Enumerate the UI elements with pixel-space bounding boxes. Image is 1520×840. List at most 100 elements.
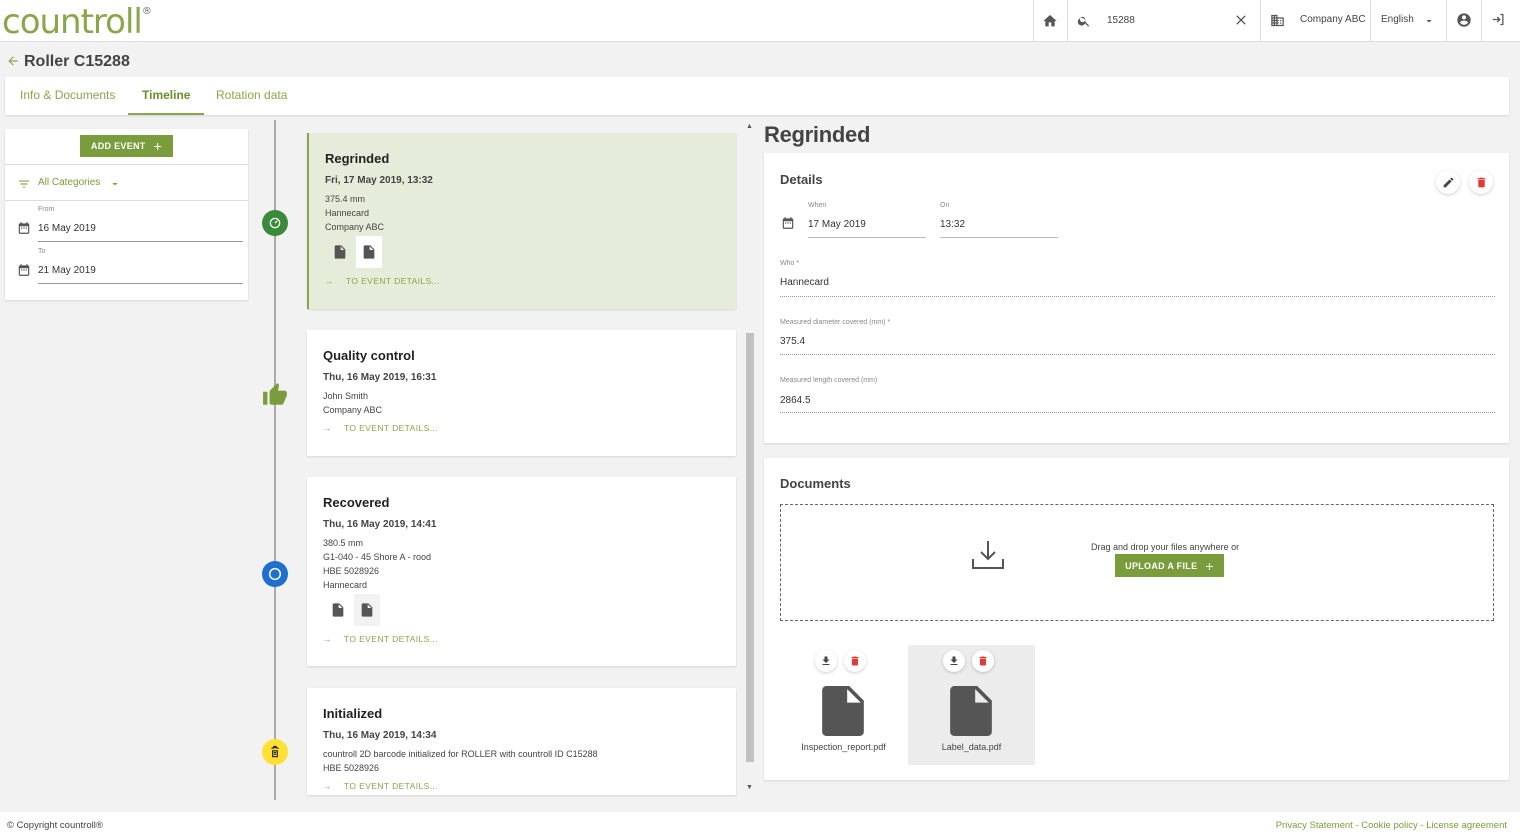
download-button[interactable] — [943, 650, 965, 672]
documents-panel: Documents Drag and drop your files anywh… — [764, 458, 1509, 780]
footer-links[interactable]: Privacy Statement - Cookie policy - Lice… — [1276, 820, 1507, 831]
event-card-regrinded[interactable]: Regrinded Fri, 17 May 2019, 13:32 375.4 … — [307, 133, 736, 309]
event-title: Regrinded — [325, 151, 390, 166]
download-icon — [950, 656, 958, 665]
initialized-node-icon — [262, 739, 288, 765]
delete-file-button[interactable] — [972, 650, 994, 672]
logout-icon[interactable] — [1491, 12, 1506, 27]
to-event-details-link[interactable]: → TO EVENT DETAILS... — [323, 423, 438, 433]
on-time-input[interactable]: 13:32 — [940, 219, 965, 230]
home-icon[interactable] — [1042, 13, 1058, 29]
link-label: TO EVENT DETAILS... — [343, 634, 438, 644]
filter-icon — [18, 180, 30, 188]
file-dropzone[interactable]: Drag and drop your files anywhere or UPL… — [780, 504, 1494, 621]
event-date: Thu, 16 May 2019, 14:41 — [323, 519, 437, 530]
event-detail: 375.4 mm — [325, 194, 366, 204]
when-label: When — [808, 202, 827, 209]
scroll-down-arrow[interactable]: ▼ — [746, 784, 753, 791]
plus-icon: + — [153, 138, 163, 154]
to-label: To — [38, 248, 46, 255]
calendar-icon[interactable] — [17, 263, 31, 277]
logo-registered: ® — [141, 6, 152, 17]
trash-icon — [851, 656, 859, 666]
tab-info-documents[interactable]: Info & Documents — [20, 77, 115, 115]
event-detail: HBE 5028926 — [323, 566, 380, 576]
event-card-initialized[interactable]: Initialized Thu, 16 May 2019, 14:34 coun… — [307, 688, 736, 795]
divider — [1067, 0, 1068, 42]
scrollbar-thumb[interactable] — [746, 333, 754, 762]
who-input[interactable]: Hannecard — [780, 277, 829, 288]
event-title: Recovered — [323, 495, 390, 510]
link-label: TO EVENT DETAILS... — [345, 276, 440, 286]
who-label: Who * — [780, 260, 800, 267]
calendar-icon[interactable] — [17, 221, 31, 235]
to-event-details-link[interactable]: → TO EVENT DETAILS... — [325, 276, 440, 286]
plus-icon: + — [1205, 557, 1214, 574]
account-icon[interactable] — [1456, 12, 1472, 28]
search-input[interactable]: 15288 — [1107, 15, 1135, 26]
event-detail: HBE 5028926 — [323, 763, 380, 773]
scroll-up-arrow[interactable]: ▲ — [746, 123, 753, 130]
length-label: Measured length covered (mm) — [780, 377, 878, 384]
tab-bar: Info & Documents Timeline Rotation data — [5, 77, 1509, 115]
event-date: Fri, 17 May 2019, 13:32 — [325, 175, 433, 186]
event-card-quality-control[interactable]: Quality control Thu, 16 May 2019, 16:31 … — [307, 330, 736, 456]
chevron-down-icon[interactable] — [109, 178, 121, 190]
field-underline — [780, 354, 1495, 355]
category-select[interactable]: All Categories — [38, 177, 100, 188]
event-card-recovered[interactable]: Recovered Thu, 16 May 2019, 14:41 380.5 … — [307, 477, 736, 666]
countroll-logo[interactable]: countroll® — [2, 2, 152, 42]
document-icon[interactable] — [325, 594, 351, 626]
delete-button[interactable] — [1469, 170, 1493, 194]
company-selector[interactable]: Company ABC — [1300, 14, 1366, 25]
field-underline — [940, 237, 1058, 238]
document-icon[interactable] — [356, 236, 382, 268]
arrow-right-icon: → — [323, 423, 332, 433]
calendar-icon[interactable] — [781, 216, 795, 230]
from-label: From — [38, 206, 55, 213]
arrow-right-icon: → — [323, 781, 332, 791]
divider — [1033, 0, 1034, 42]
event-title: Quality control — [323, 348, 415, 363]
document-icon[interactable] — [327, 236, 353, 268]
drop-text: Drag and drop your files anywhere or — [1091, 542, 1240, 552]
arrow-right-icon: → — [323, 634, 332, 644]
add-event-label: ADD EVENT — [90, 141, 146, 151]
to-date-input[interactable]: 21 May 2019 — [38, 265, 96, 276]
add-event-button[interactable]: ADD EVENT + — [80, 135, 173, 157]
length-input[interactable]: 2864.5 — [780, 395, 811, 406]
from-date-input[interactable]: 16 May 2019 — [38, 223, 96, 234]
event-title: Initialized — [323, 706, 383, 721]
event-detail: John Smith — [323, 391, 369, 401]
event-detail: 380.5 mm — [323, 538, 364, 548]
diameter-input[interactable]: 375.4 — [780, 336, 805, 347]
divider — [5, 164, 248, 165]
arrow-right-icon: → — [325, 276, 334, 286]
top-bar: countroll® 15288 Company ABC English — [0, 0, 1520, 42]
file-tile[interactable]: Inspection_report.pdf — [780, 645, 907, 765]
recovered-node-icon — [262, 561, 288, 587]
event-detail: Hannecard — [323, 580, 368, 590]
details-heading: Details — [780, 172, 823, 187]
download-icon — [822, 656, 830, 665]
field-underline — [780, 412, 1495, 413]
event-date: Thu, 16 May 2019, 14:34 — [323, 730, 437, 741]
document-icon[interactable] — [354, 594, 380, 626]
upload-file-button[interactable]: UPLOAD A FILE + — [1115, 554, 1224, 577]
delete-file-button[interactable] — [844, 650, 866, 672]
tab-rotation-data[interactable]: Rotation data — [216, 77, 287, 115]
chevron-down-icon[interactable] — [1423, 15, 1435, 27]
download-button[interactable] — [815, 650, 837, 672]
close-icon[interactable] — [1233, 12, 1249, 28]
event-detail: Company ABC — [323, 405, 383, 415]
to-event-details-link[interactable]: → TO EVENT DETAILS... — [323, 781, 438, 791]
back-arrow-icon[interactable] — [6, 54, 20, 68]
tab-timeline[interactable]: Timeline — [128, 77, 205, 115]
to-event-details-link[interactable]: → TO EVENT DETAILS... — [323, 634, 438, 644]
file-icon — [950, 686, 992, 736]
file-tile[interactable]: Label_data.pdf — [908, 645, 1035, 765]
language-selector[interactable]: English — [1381, 14, 1414, 25]
when-date-input[interactable]: 17 May 2019 — [808, 219, 866, 230]
edit-button[interactable] — [1436, 170, 1460, 194]
regrind-node-icon — [262, 210, 288, 236]
